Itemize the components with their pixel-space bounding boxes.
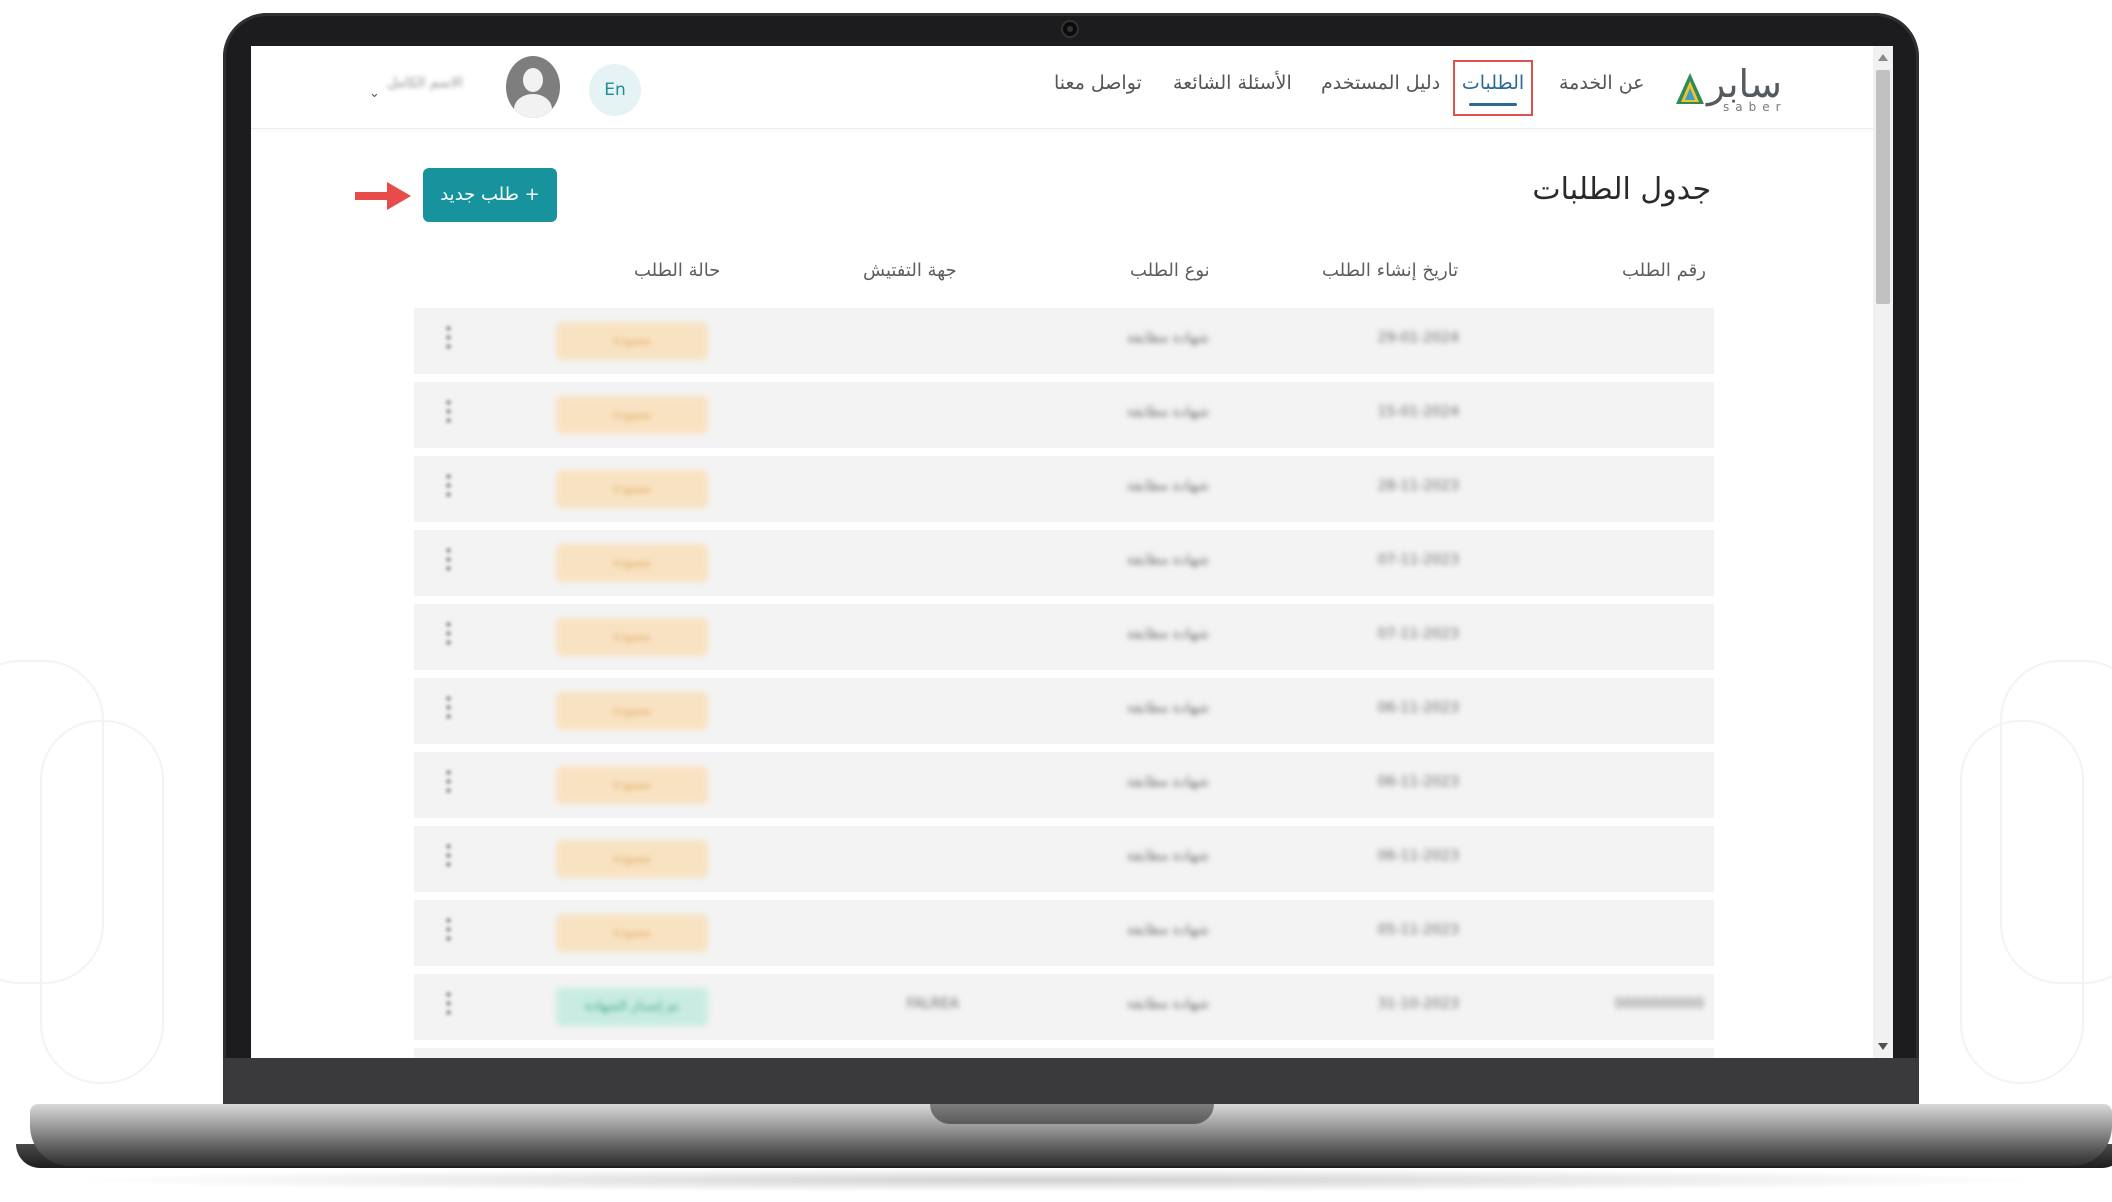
kebab-menu-icon[interactable]: [444, 696, 452, 724]
new-request-button[interactable]: + طلب جديد: [423, 168, 557, 222]
table-row[interactable]: مسودة شهادة مطابقة 07-11-2023: [414, 604, 1714, 670]
cell-date: 15-01-2024: [1377, 404, 1459, 420]
user-name[interactable]: الاسم الكامل: [387, 75, 497, 93]
scrollbar-thumb[interactable]: [1876, 70, 1890, 304]
logo-subtext: saber: [1723, 100, 1787, 114]
status-badge: مسودة: [556, 544, 708, 582]
kebab-menu-icon[interactable]: [444, 326, 452, 354]
status-badge: مسودة: [556, 914, 708, 952]
kebab-menu-icon[interactable]: [444, 992, 452, 1020]
site-header: سابر saber عن الخدمة الطلبات دليل المستخ…: [251, 46, 1873, 129]
webcam-icon: [1063, 22, 1077, 36]
table-row[interactable]: مسودة شهادة مطابقة 06-11-2023: [414, 752, 1714, 818]
status-badge: مسودة: [556, 470, 708, 508]
kebab-menu-icon[interactable]: [444, 918, 452, 946]
laptop-shadow: [60, 1168, 2060, 1192]
cell-date: 28-11-2023: [1377, 478, 1459, 494]
cell-date: 06-11-2023: [1377, 774, 1459, 790]
table-row[interactable]: مسودة شهادة مطابقة 06-11-2023: [414, 826, 1714, 892]
table-row[interactable]: [414, 1048, 1714, 1058]
cell-type: شهادة مطابقة: [1126, 996, 1209, 1012]
nav-user-guide[interactable]: دليل المستخدم: [1321, 72, 1440, 94]
nav-faq[interactable]: الأسئلة الشائعة: [1173, 72, 1292, 94]
status-badge: مسودة: [556, 618, 708, 656]
cell-number: 0000000000: [1614, 996, 1704, 1012]
status-badge: مسودة: [556, 840, 708, 878]
status-badge: تم إصدار الشهادة: [556, 988, 708, 1026]
cell-date: 07-11-2023: [1377, 626, 1459, 642]
table-row[interactable]: مسودة شهادة مطابقة 28-11-2023: [414, 456, 1714, 522]
kebab-menu-icon[interactable]: [444, 844, 452, 872]
cell-date: 07-11-2023: [1377, 552, 1459, 568]
cell-date: 05-11-2023: [1377, 922, 1459, 938]
table-row[interactable]: مسودة شهادة مطابقة 29-01-2024: [414, 308, 1714, 374]
laptop-notch: [930, 1104, 1214, 1124]
status-badge: مسودة: [556, 396, 708, 434]
column-header-type[interactable]: نوع الطلب: [1130, 260, 1210, 281]
kebab-menu-icon[interactable]: [444, 400, 452, 428]
cell-date: 29-01-2024: [1377, 330, 1459, 346]
column-header-status[interactable]: حالة الطلب: [634, 260, 720, 281]
nav-requests-label: الطلبات: [1461, 72, 1525, 94]
nav-contact-us[interactable]: تواصل معنا: [1054, 72, 1142, 94]
red-arrow-icon: [355, 182, 411, 210]
status-badge: مسودة: [556, 766, 708, 804]
cell-type: شهادة مطابقة: [1126, 774, 1209, 790]
nav-requests[interactable]: الطلبات: [1453, 60, 1533, 116]
kebab-menu-icon[interactable]: [444, 622, 452, 650]
cell-type: شهادة مطابقة: [1126, 848, 1209, 864]
scroll-up-icon[interactable]: [1878, 54, 1888, 61]
column-header-number[interactable]: رقم الطلب: [1622, 260, 1706, 281]
column-header-date[interactable]: تاريخ إنشاء الطلب: [1322, 260, 1458, 281]
cell-date: 06-11-2023: [1377, 848, 1459, 864]
kebab-menu-icon[interactable]: [444, 770, 452, 798]
kebab-menu-icon[interactable]: [444, 474, 452, 502]
cell-type: شهادة مطابقة: [1126, 626, 1209, 642]
table-row[interactable]: مسودة شهادة مطابقة 06-11-2023: [414, 678, 1714, 744]
cell-type: شهادة مطابقة: [1126, 478, 1209, 494]
browser-screen: سابر saber عن الخدمة الطلبات دليل المستخ…: [251, 46, 1893, 1058]
user-avatar-icon[interactable]: [506, 56, 560, 118]
vertical-scrollbar[interactable]: [1873, 46, 1893, 1058]
saber-logo[interactable]: سابر saber: [1675, 62, 1795, 114]
cell-type: شهادة مطابقة: [1126, 552, 1209, 568]
cell-type: شهادة مطابقة: [1126, 922, 1209, 938]
cell-inspection: FALREA: [906, 996, 959, 1012]
nav-about-service[interactable]: عن الخدمة: [1559, 72, 1645, 94]
page-title: جدول الطلبات: [1532, 172, 1711, 207]
language-toggle-button[interactable]: En: [589, 64, 641, 116]
table-row[interactable]: مسودة شهادة مطابقة 05-11-2023: [414, 900, 1714, 966]
cell-type: شهادة مطابقة: [1126, 700, 1209, 716]
status-badge: مسودة: [556, 322, 708, 360]
cell-date: 31-10-2023: [1377, 996, 1459, 1012]
table-row[interactable]: تم إصدار الشهادة FALREA شهادة مطابقة 31-…: [414, 974, 1714, 1040]
logo-mark-icon: [1676, 73, 1704, 104]
status-badge: مسودة: [556, 692, 708, 730]
table-row[interactable]: مسودة شهادة مطابقة 07-11-2023: [414, 530, 1714, 596]
cell-type: شهادة مطابقة: [1126, 330, 1209, 346]
table-row[interactable]: مسودة شهادة مطابقة 15-01-2024: [414, 382, 1714, 448]
column-header-inspection[interactable]: جهة التفتيش: [863, 260, 957, 281]
chevron-down-icon[interactable]: ⌄: [369, 86, 380, 101]
cell-type: شهادة مطابقة: [1126, 404, 1209, 420]
cell-date: 06-11-2023: [1377, 700, 1459, 716]
scroll-down-icon[interactable]: [1878, 1043, 1888, 1050]
laptop-bottom-bezel: [223, 1058, 1919, 1106]
nav-active-underline: [1469, 103, 1517, 106]
kebab-menu-icon[interactable]: [444, 548, 452, 576]
